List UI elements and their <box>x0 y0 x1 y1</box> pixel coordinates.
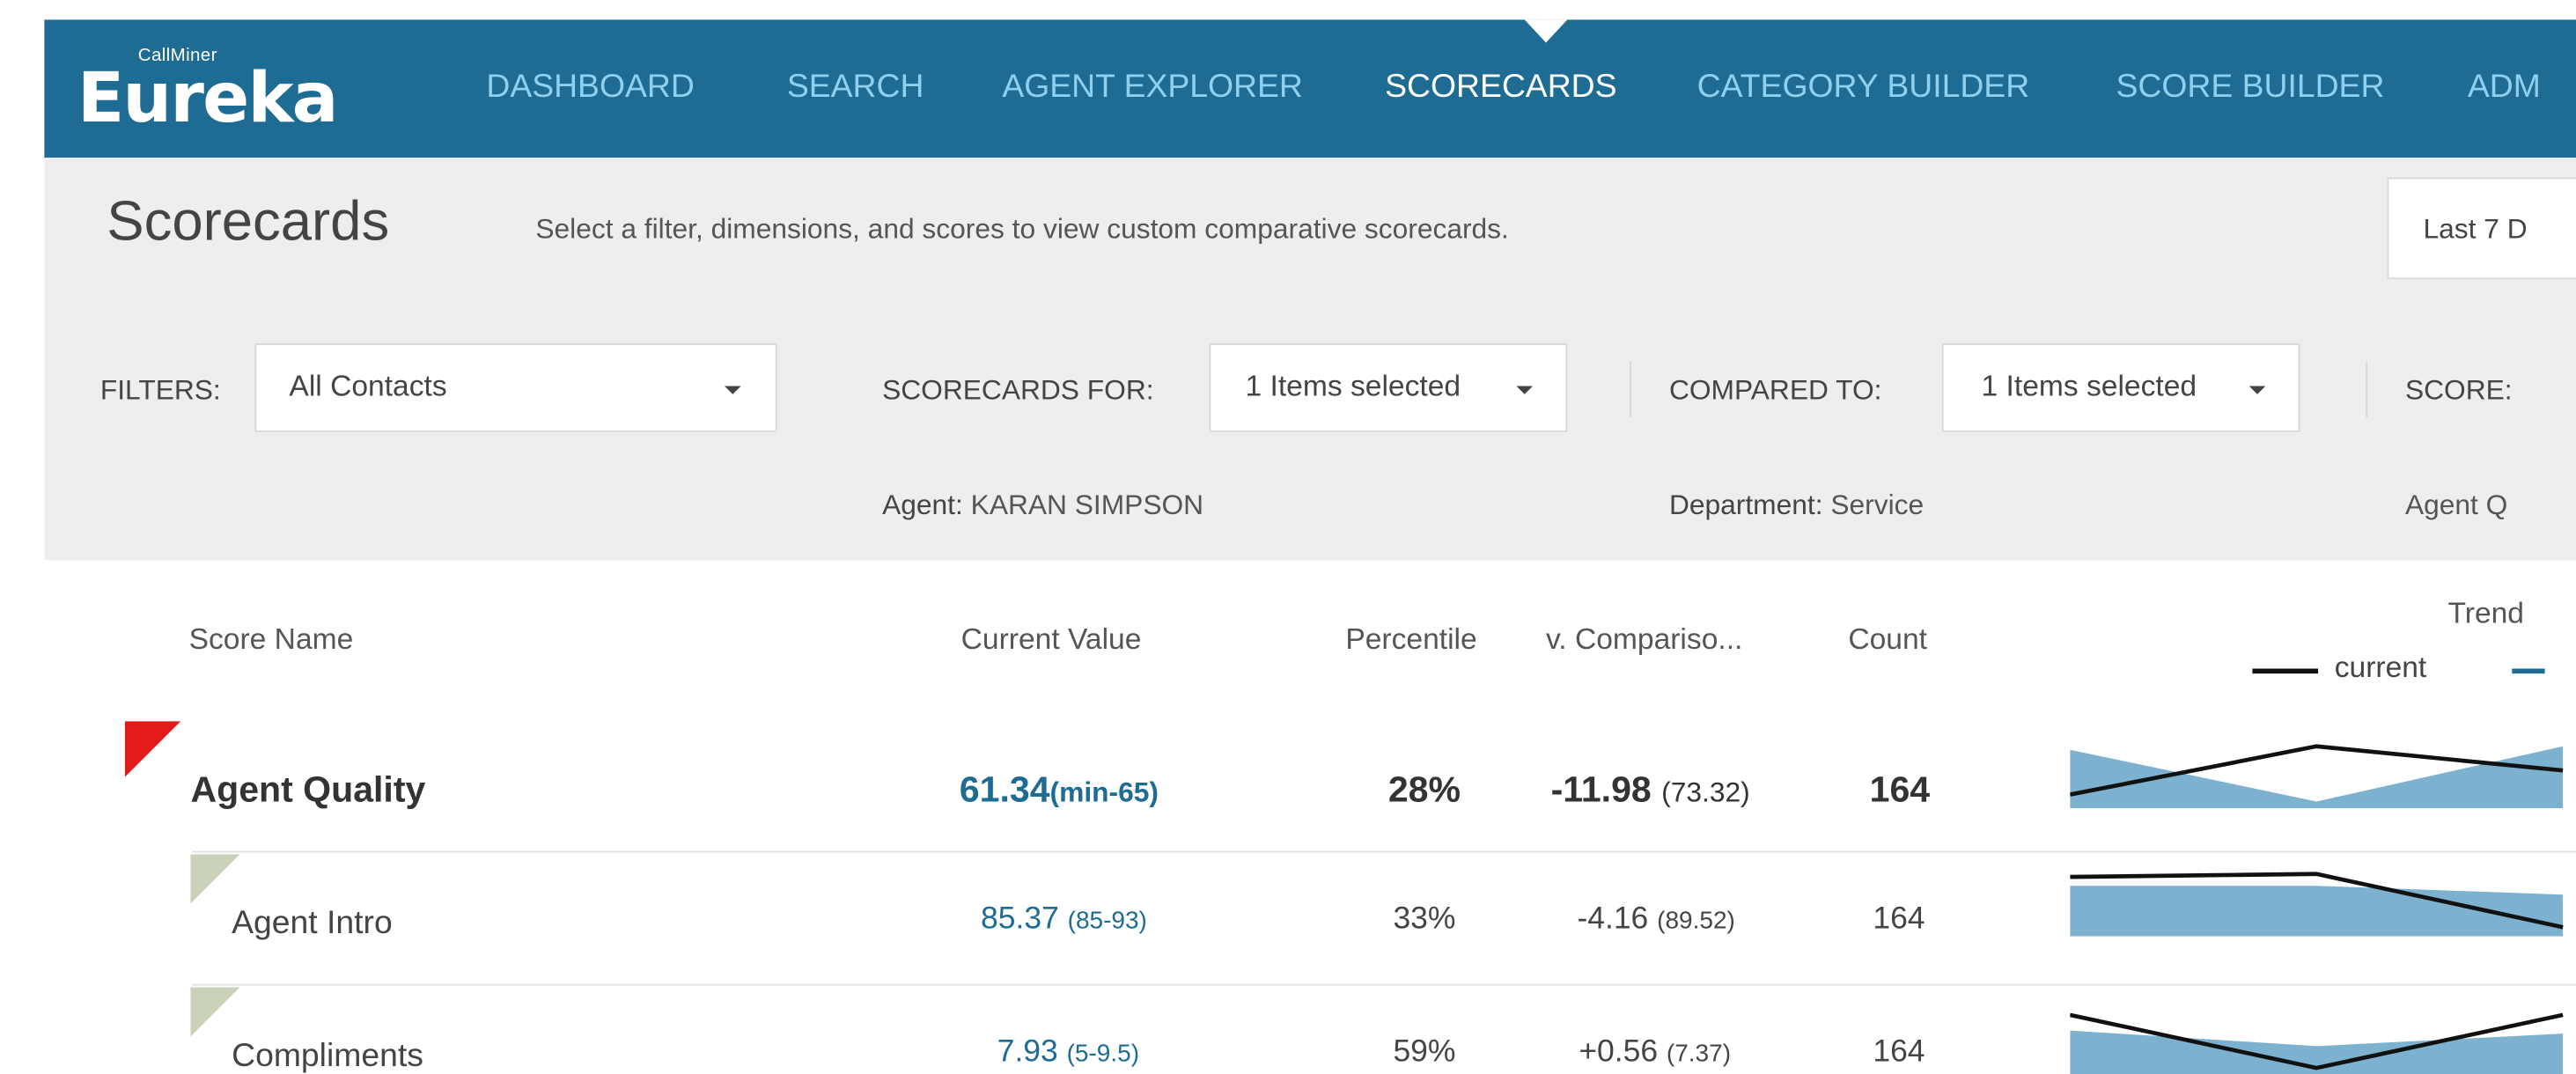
trend-sparkline[interactable] <box>2070 1005 2576 1074</box>
divider <box>1630 361 1632 417</box>
filter-dropdown-value: All Contacts <box>289 369 447 403</box>
department-selection-info: Department: Service <box>1669 489 1924 522</box>
comparison-value: (7.37) <box>1666 1040 1732 1068</box>
col-header-current-value[interactable]: Current Value <box>961 622 1142 657</box>
flag-neutral-icon <box>190 854 240 904</box>
score-name[interactable]: Compliments <box>232 1038 423 1074</box>
nav-category-builder[interactable]: CATEGORY BUILDER <box>1697 69 2029 107</box>
active-nav-indicator <box>1524 19 1568 43</box>
flag-shape <box>124 721 181 777</box>
col-header-count[interactable]: Count <box>1848 622 1927 657</box>
trend-comparison-area <box>2070 746 2564 809</box>
chevron-down-icon <box>724 386 741 394</box>
count: 164 <box>1873 1034 1925 1070</box>
chevron-down-icon <box>2248 386 2266 394</box>
compared-to-dropdown[interactable]: 1 Items selected <box>1941 343 2300 432</box>
score-name[interactable]: Agent Intro <box>232 905 393 943</box>
nav-dashboard[interactable]: DASHBOARD <box>486 69 694 107</box>
department-key: Department: <box>1668 489 1823 521</box>
date-range-selector[interactable]: Last 7 D <box>2387 177 2576 280</box>
nav-score-builder[interactable]: SCORE BUILDER <box>2116 69 2385 107</box>
scorecards-for-dropdown[interactable]: 1 Items selected <box>1209 343 1568 432</box>
compared-to-label: COMPARED TO: <box>1668 374 1882 406</box>
score-label: SCORE: <box>2404 374 2513 406</box>
score-selection-info: Agent Q <box>2404 489 2508 521</box>
col-header-comparison[interactable]: v. Compariso... <box>1546 622 1742 657</box>
percentile: 33% <box>1393 901 1456 937</box>
comparison-delta-number: -4.16 <box>1577 901 1649 937</box>
flag-shape <box>190 854 240 904</box>
score-name[interactable]: Agent Quality <box>190 769 425 812</box>
nav-search[interactable]: SEARCH <box>787 69 924 107</box>
count: 164 <box>1873 901 1925 937</box>
value-number: 7.93 <box>997 1034 1058 1070</box>
divider <box>2366 361 2368 417</box>
col-header-score-name[interactable]: Score Name <box>189 622 354 657</box>
value-range: (5-9.5) <box>1066 1040 1140 1068</box>
page-subtitle: Select a filter, dimensions, and scores … <box>535 213 1509 246</box>
top-strip <box>0 0 2576 20</box>
row-divider <box>192 850 2576 853</box>
scorecards-for-value: 1 Items selected <box>1245 369 1461 403</box>
comparison-delta: -11.98 (73.32) <box>1551 769 1750 812</box>
top-header: CallMiner Eureka DASHBOARD SEARCH AGENT … <box>44 19 2576 158</box>
compared-to-value: 1 Items selected <box>1981 369 2197 403</box>
main-nav: DASHBOARD SEARCH AGENT EXPLORER SCORECAR… <box>44 19 2576 158</box>
value-number: 61.34 <box>959 769 1050 810</box>
current-value[interactable]: 61.34(min-65) <box>960 769 1159 812</box>
flag-neutral-icon <box>190 987 240 1037</box>
nav-admin[interactable]: ADM <box>2468 69 2541 107</box>
comparison-delta-number: -11.98 <box>1550 769 1652 810</box>
nav-agent-explorer[interactable]: AGENT EXPLORER <box>1002 69 1303 107</box>
col-header-trend: Trend <box>2447 596 2525 629</box>
current-value[interactable]: 7.93 (5-9.5) <box>997 1035 1139 1071</box>
trend-sparkline[interactable] <box>2070 871 2576 937</box>
filters-label: FILTERS: <box>99 374 221 406</box>
legend-current-label: current <box>2334 650 2427 684</box>
percentile: 59% <box>1393 1034 1456 1070</box>
value-number: 85.37 <box>981 901 1059 937</box>
department-value: Service <box>1830 489 1925 521</box>
agent-selection-info: Agent: KARAN SIMPSON <box>882 489 1203 522</box>
comparison-delta: +0.56 (7.37) <box>1579 1035 1731 1071</box>
comparison-delta: -4.16 (89.52) <box>1577 901 1734 938</box>
count: 164 <box>1869 769 1931 810</box>
scorecards-for-label: SCORECARDS FOR: <box>882 374 1154 406</box>
legend-comparison-swatch <box>2512 668 2545 674</box>
date-range-text: Last 7 D <box>2423 213 2528 246</box>
agent-value: KARAN SIMPSON <box>970 489 1204 521</box>
current-value[interactable]: 85.37 (85-93) <box>981 901 1147 938</box>
nav-scorecards[interactable]: SCORECARDS <box>1385 69 1616 107</box>
value-range: (85-93) <box>1067 907 1147 935</box>
page-title: Scorecards <box>107 190 390 254</box>
comparison-value: (73.32) <box>1661 776 1750 809</box>
flag-red-icon <box>124 721 181 777</box>
agent-key: Agent: <box>882 489 963 521</box>
filter-dropdown[interactable]: All Contacts <box>254 343 777 432</box>
app-viewport: CallMiner Eureka DASHBOARD SEARCH AGENT … <box>0 0 2576 1074</box>
chevron-down-icon <box>1516 386 1534 394</box>
row-divider <box>192 983 2576 986</box>
trend-sparkline[interactable] <box>2070 732 2576 809</box>
value-range: (min-65) <box>1049 776 1159 809</box>
comparison-delta-number: +0.56 <box>1579 1034 1659 1070</box>
percentile: 28% <box>1387 769 1461 810</box>
flag-shape <box>190 987 240 1037</box>
legend-current-swatch <box>2252 668 2319 674</box>
comparison-value: (89.52) <box>1657 907 1735 935</box>
col-header-percentile[interactable]: Percentile <box>1345 622 1476 657</box>
